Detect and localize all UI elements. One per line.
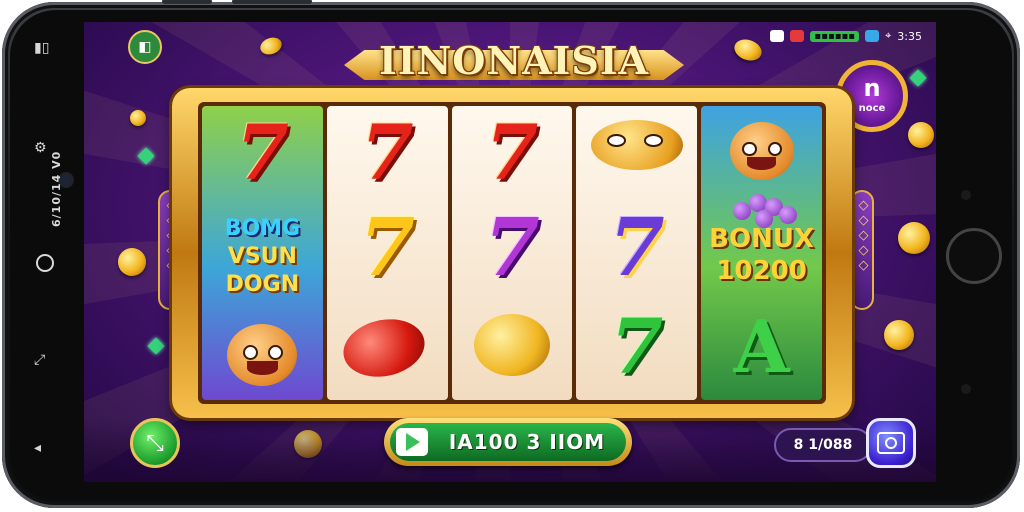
reel-text-line: DOGN — [225, 272, 300, 297]
reel-symbol-seven: 7 — [608, 200, 665, 294]
reel-symbol-seven: 7 — [485, 108, 539, 197]
coin-decoration — [130, 110, 146, 126]
home-dot-icon[interactable] — [36, 254, 54, 272]
auto-spin-button[interactable]: ⤡ — [130, 418, 180, 468]
coin-decoration — [118, 248, 146, 276]
reel-symbol-a: A — [733, 304, 790, 389]
reel-symbol-seven: 7 — [610, 302, 664, 391]
bird-face-icon — [590, 120, 683, 170]
reel-text-line: BOMG — [224, 216, 301, 241]
expand-arrows-icon: ⤡ — [146, 430, 164, 456]
balance-display: 8 1/088 — [774, 428, 872, 462]
fish-face-icon — [227, 324, 298, 386]
reel-text-line: VSUN — [227, 244, 297, 269]
right-paylines-pill: ◇◇◇◇◇ — [850, 190, 874, 310]
notification-icon — [790, 30, 805, 42]
status-bar: ▪▪▪▪▪▪ ⌖ 3:35 — [770, 26, 922, 46]
bonus-value: 10200 — [716, 256, 807, 286]
title-banner: IINONAISIA — [324, 34, 704, 90]
golden-egg-icon — [473, 314, 550, 376]
menu-button[interactable]: ◧ — [128, 30, 162, 64]
settings-icon: ⚙ — [34, 140, 47, 156]
reel-symbol-seven: 7 — [235, 108, 289, 197]
eye — [767, 141, 783, 157]
back-icon[interactable]: ◂ — [34, 440, 41, 456]
signal-icon — [865, 30, 880, 42]
reel-4: 7 7 — [576, 106, 698, 400]
rotate-icon[interactable]: ⤢ — [34, 352, 45, 368]
reel-symbol-seven: 7 — [360, 108, 414, 197]
phone-side-button — [162, 0, 212, 4]
eye — [267, 345, 284, 361]
location-icon: ⌖ — [885, 29, 892, 42]
phone-left-bezel: ▮▯ ⚙ 6/10/14 V0 ⤢ ◂ — [20, 22, 80, 484]
right-pill-text: ◇◇◇◇◇ — [856, 198, 871, 273]
grapes-icon — [727, 192, 797, 228]
eye — [644, 134, 663, 147]
reel-3: 7 7 — [451, 106, 573, 400]
wifi-icon — [770, 30, 785, 42]
camera-button[interactable] — [866, 418, 916, 468]
home-button[interactable] — [946, 228, 1002, 284]
play-triangle-icon — [406, 433, 420, 451]
reel-5: BONUX 10200 A — [701, 106, 822, 400]
mouth — [246, 361, 278, 375]
monkey-face-icon — [729, 122, 794, 180]
game-title: IINONAISIA — [378, 38, 650, 83]
sensor-dot — [961, 384, 971, 394]
battery-icon: ▮▯ — [34, 40, 50, 56]
eye — [742, 141, 757, 157]
reel-symbol-seven: 7 — [359, 200, 416, 294]
bonus-label: BONUX — [709, 224, 814, 254]
coin-decoration — [908, 122, 934, 148]
reel-area: 7 BOMG VSUN DOGN 7 7 7 7 7 7 BONUX 10200… — [198, 102, 826, 404]
slot-frame: 7 BOMG VSUN DOGN 7 7 7 7 7 7 BONUX 10200… — [172, 88, 852, 418]
vertical-label: 6/10/14 V0 — [50, 150, 63, 227]
coin-decoration — [898, 222, 930, 254]
red-egg-icon — [337, 312, 430, 384]
reel-2: 7 7 — [326, 106, 448, 400]
status-time: 3:35 — [897, 29, 922, 43]
reel-1: 7 BOMG VSUN DOGN — [202, 106, 323, 400]
coin-decoration — [884, 320, 914, 350]
spin-button[interactable]: IA100 3 IIOM — [384, 418, 632, 466]
eye — [242, 345, 258, 361]
game-screen: ◧ ▪▪▪▪▪▪ ⌖ 3:35 IINONAISIA n noce ◇◇◇◇◇ … — [84, 22, 936, 482]
mouth — [747, 156, 776, 170]
reel-symbol-seven: 7 — [484, 200, 540, 294]
sensor-dot — [961, 190, 971, 200]
eye — [607, 134, 627, 147]
status-pill: ▪▪▪▪▪▪ — [810, 30, 860, 42]
phone-side-button — [232, 0, 312, 4]
spin-button-label: IA100 3 IIOM — [448, 430, 606, 454]
camera-icon — [877, 432, 905, 454]
